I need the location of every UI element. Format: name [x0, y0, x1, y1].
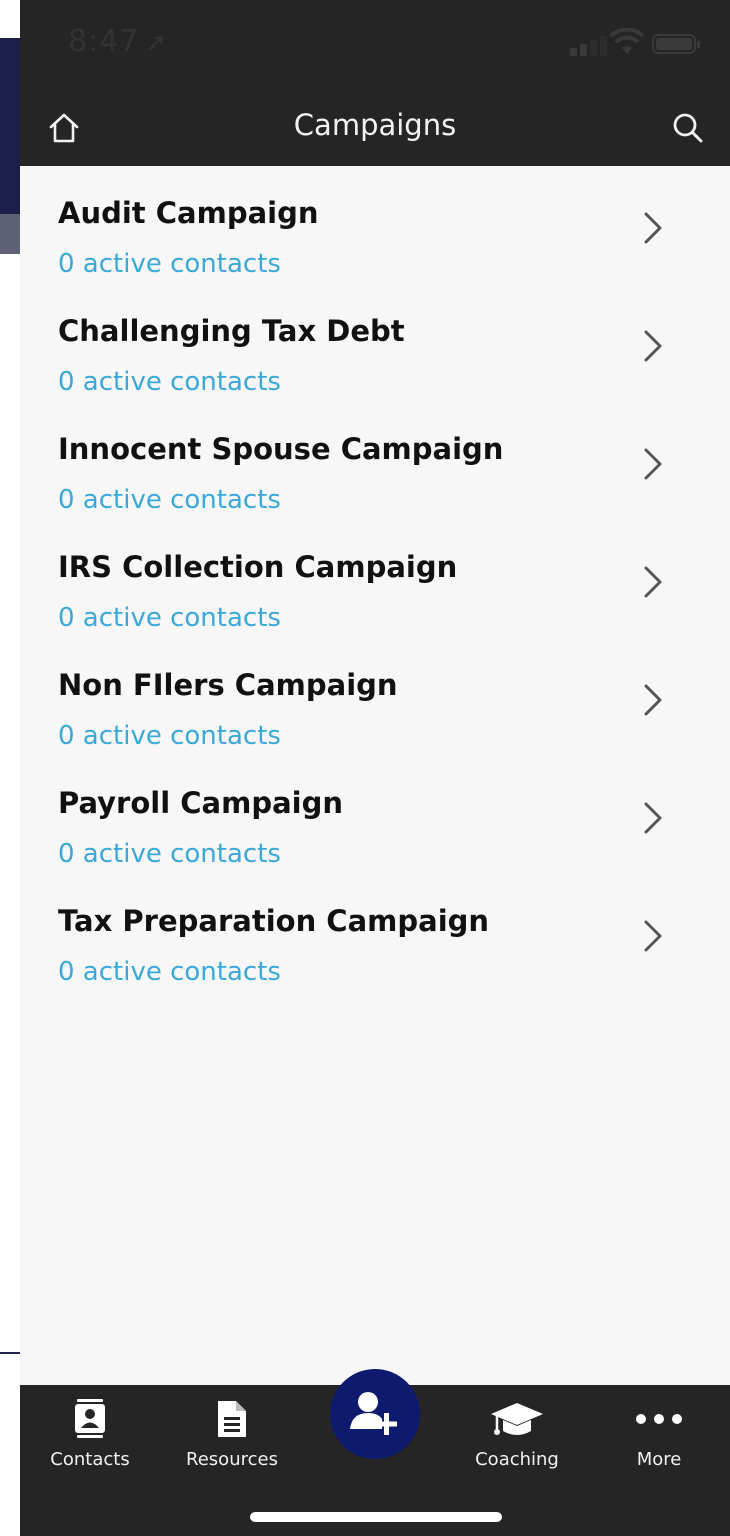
location-arrow-icon: ➚: [145, 28, 169, 58]
campaign-active-contacts: 0 active contacts: [58, 367, 281, 397]
chevron-right-icon: [644, 684, 662, 716]
campaign-active-contacts: 0 active contacts: [58, 957, 281, 987]
screen-edge-blue: [0, 38, 20, 214]
status-bar: 8:47 ➚: [20, 0, 730, 90]
add-contact-button[interactable]: [330, 1369, 420, 1459]
search-icon[interactable]: [670, 110, 706, 146]
screen-edge-line: [0, 1352, 20, 1354]
page-title: Campaigns: [293, 108, 457, 142]
campaign-name: Challenging Tax Debt: [58, 314, 405, 348]
campaign-name: IRS Collection Campaign: [58, 550, 458, 584]
status-time-text: 8:47: [68, 24, 140, 59]
campaign-name: Audit Campaign: [58, 196, 319, 230]
campaign-row[interactable]: Payroll Campaign 0 active contacts: [20, 756, 730, 874]
phone-screen: 8:47 ➚ Campaigns Audit Campaign 0 active …: [20, 0, 730, 1536]
navigation-bar: Campaigns: [20, 90, 730, 166]
campaign-active-contacts: 0 active contacts: [58, 721, 281, 751]
campaign-active-contacts: 0 active contacts: [58, 839, 281, 869]
campaign-row[interactable]: Innocent Spouse Campaign 0 active contac…: [20, 402, 730, 520]
status-time: 8:47 ➚: [68, 24, 168, 59]
add-contact-icon: [350, 1392, 397, 1435]
tab-coaching-label: Coaching: [475, 1449, 559, 1470]
wifi-icon: [610, 28, 644, 54]
campaign-name: Payroll Campaign: [58, 786, 344, 820]
tab-more-label: More: [636, 1449, 682, 1470]
more-dots-icon: [636, 1414, 682, 1424]
tab-coaching[interactable]: Coaching: [457, 1385, 577, 1485]
chevron-right-icon: [644, 920, 662, 952]
campaign-row[interactable]: IRS Collection Campaign 0 active contact…: [20, 520, 730, 638]
campaign-name: Tax Preparation Campaign: [58, 904, 490, 938]
document-icon: [218, 1401, 246, 1437]
campaign-active-contacts: 0 active contacts: [58, 603, 281, 633]
campaign-name: Non FIlers Campaign: [58, 668, 398, 702]
chevron-right-icon: [644, 448, 662, 480]
campaign-name: Innocent Spouse Campaign: [58, 432, 504, 466]
tab-more[interactable]: More: [599, 1385, 719, 1485]
signal-icon: [570, 34, 614, 56]
campaign-list: Audit Campaign 0 active contacts Challen…: [20, 166, 730, 992]
campaign-active-contacts: 0 active contacts: [58, 249, 281, 279]
campaign-row[interactable]: Challenging Tax Debt 0 active contacts: [20, 284, 730, 402]
tab-resources-label: Resources: [186, 1449, 278, 1470]
battery-icon: [652, 34, 700, 54]
campaign-row[interactable]: Tax Preparation Campaign 0 active contac…: [20, 874, 730, 992]
campaign-row[interactable]: Audit Campaign 0 active contacts: [20, 166, 730, 284]
chevron-right-icon: [644, 802, 662, 834]
screen-edge-gray: [0, 214, 20, 254]
campaign-row[interactable]: Non FIlers Campaign 0 active contacts: [20, 638, 730, 756]
chevron-right-icon: [644, 212, 662, 244]
tab-contacts-label: Contacts: [50, 1449, 130, 1470]
graduation-cap-icon: [491, 1403, 543, 1435]
chevron-right-icon: [644, 566, 662, 598]
tab-contacts[interactable]: Contacts: [30, 1385, 150, 1485]
tab-resources[interactable]: Resources: [172, 1385, 292, 1485]
contacts-book-icon: [75, 1399, 105, 1438]
campaign-active-contacts: 0 active contacts: [58, 485, 281, 515]
home-indicator: [250, 1512, 502, 1522]
chevron-right-icon: [644, 330, 662, 362]
